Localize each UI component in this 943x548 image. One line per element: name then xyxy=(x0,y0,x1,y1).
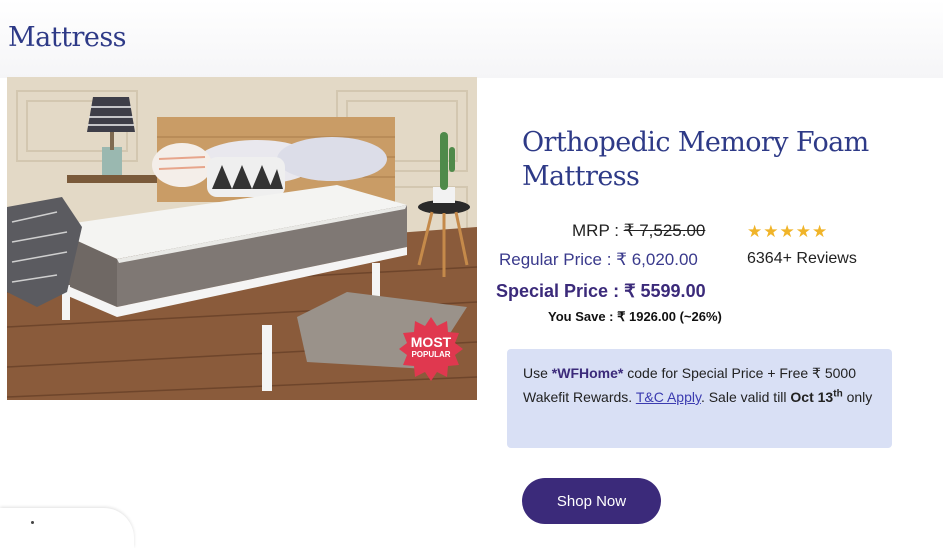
badge-line1: MOST xyxy=(410,334,452,350)
page-title: Mattress xyxy=(8,22,127,53)
offer-date: Oct 13 xyxy=(790,389,834,405)
rating-stars-icon: ★★★★★ xyxy=(747,222,829,241)
offer-text3: only xyxy=(842,389,873,405)
mrp-label: MRP : xyxy=(572,221,619,240)
regular-price: Regular Price : ₹ 6,020.00 xyxy=(499,250,698,269)
special-price: Special Price : ₹ 5599.00 xyxy=(496,281,706,301)
mrp-row: MRP : ₹ 7,525.00 xyxy=(572,221,705,241)
product-image[interactable]: MOST POPULAR xyxy=(7,77,477,400)
most-popular-badge: MOST POPULAR xyxy=(399,317,463,381)
offer-box: Use *WFHome* code for Special Price + Fr… xyxy=(507,349,892,448)
product-name: Orthopedic Memory Foam Mattress xyxy=(522,127,869,192)
shop-now-button[interactable]: Shop Now xyxy=(522,478,661,524)
offer-text2: . Sale valid till xyxy=(700,389,791,405)
offer-date-sup: th xyxy=(833,388,843,400)
tc-apply-link[interactable]: T&C Apply xyxy=(636,389,701,405)
mrp-value: ₹ 7,525.00 xyxy=(623,221,706,240)
offer-use: Use xyxy=(523,365,552,381)
badge-line2: POPULAR xyxy=(411,350,451,359)
widget-dot-icon xyxy=(31,521,34,524)
chat-widget-tab[interactable] xyxy=(0,508,134,548)
header-band xyxy=(0,0,943,78)
reviews-count[interactable]: 6364+ Reviews xyxy=(747,250,857,268)
offer-code: *WFHome* xyxy=(551,365,624,381)
you-save: You Save : ₹ 1926.00 (~26%) xyxy=(548,309,722,324)
